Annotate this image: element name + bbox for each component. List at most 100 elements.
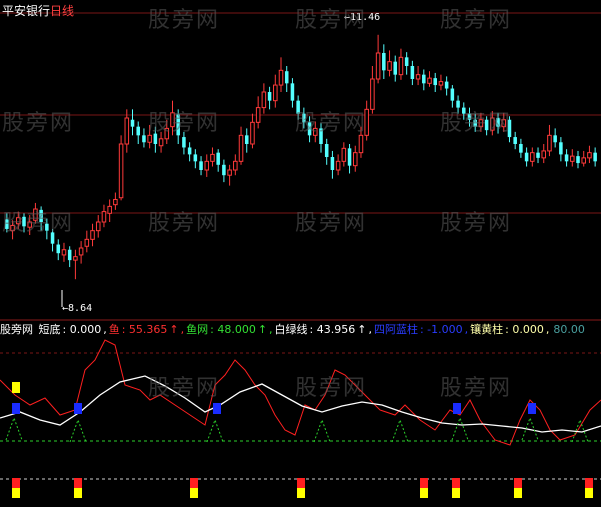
bottom-red-marker [420,478,428,488]
candle-body-up [113,198,118,206]
bottom-red-marker [12,478,20,488]
indicator-item-value: 48.000 [217,323,256,336]
watermark: 股旁网 [440,211,513,236]
candle-body-up [124,117,130,145]
bottom-red-marker [452,478,460,488]
bottom-yellow-marker [452,488,460,498]
candle-body-down [290,83,295,101]
candle-body-up [335,160,341,171]
chart-window[interactable]: 平安银行日线 ←11.46 ←8.64 股旁网 股旁网 股旁网 股旁网 股旁网 … [0,0,601,503]
candle-body-down [130,119,135,127]
candle-body-down [324,144,329,157]
signal-marker [213,403,221,414]
candle-body-down [67,249,72,261]
candle-body-down [182,137,186,148]
fishnet-peak [206,418,224,443]
candle-body-up [210,153,215,162]
candle-body-down [267,92,272,101]
candle-body-up [95,221,101,232]
candle-body-up [261,91,267,109]
candle-body-up [90,230,95,240]
indicator-item-value: 80.00 [553,323,585,336]
candle-body-up [415,74,421,80]
candle-body-up [352,152,358,167]
signal-marker [528,403,536,414]
indicator-item-label: 四阿蓝柱 [373,323,418,336]
bottom-yellow-marker [74,488,82,498]
indicator-item-arrow: ↑ [357,323,367,336]
candle-body-up [238,134,244,162]
chart-canvas[interactable] [0,0,601,503]
indicator-item-value: -1.000 [427,323,463,336]
indicator-item-label: 白绿线 [274,323,308,336]
indicator-item-value: 55.365 [128,323,168,336]
bottom-red-marker [297,478,305,488]
candle-body-down [56,244,61,254]
bottom-red-marker [74,478,82,488]
candle-body-down [519,144,523,153]
candle-body-up [204,160,210,171]
bottom-yellow-marker [514,488,522,498]
candle-body-up [547,134,552,152]
bottom-red-marker [585,478,593,488]
bottom-yellow-marker [420,488,428,498]
period-label: 日线 [50,4,75,18]
indicator-item: 白绿线: 43.956 ↑, [274,323,372,336]
candle-body-down [593,152,597,162]
indicator-legend: 股旁网 短底: 0.000, 鱼: 55.365 ↑, 鱼网: 48.000 ↑, 白绿线… [0,322,589,338]
watermark: 股旁网 [2,211,75,236]
candle-body-down [222,164,226,176]
indicator-item-arrow: ↑ [257,323,268,336]
candle-body-down [382,53,386,71]
chart-title: 平安银行日线 [2,2,74,19]
fishnet-peak [5,416,23,441]
candle-body-down [136,126,140,136]
candle-body-down [142,135,146,143]
candle-body-up [73,256,78,261]
candle-body-down [553,135,557,143]
candle-body-up [375,52,381,80]
candle-body-up [227,169,232,176]
indicator-name: 股旁网 [0,323,33,336]
indicator-item-label: 鱼 [108,323,120,336]
candle-body-up [530,152,535,162]
candle-body-up [118,143,124,199]
stock-name: 平安银行 [2,4,51,18]
watermark: 股旁网 [148,111,221,136]
candle-body-down [559,142,563,155]
indicator-item-label: 短底 [38,323,61,336]
candle-body-down [216,152,220,165]
candle-body-down [410,66,415,79]
candle-body-down [404,57,409,66]
indicator-item-value: 43.956 [316,323,356,336]
indicator-item-label: 镶黄柱 [470,323,504,336]
candle-body-down [199,161,203,170]
indicator-item: 短底: 0.000, [38,323,107,336]
candle-body-down [576,156,580,164]
candle-body-down [347,148,352,166]
candle-body-up [581,157,586,164]
watermark: 股旁网 [295,376,368,401]
signal-marker [12,403,20,414]
candle-body-up [273,84,278,102]
watermark: 股旁网 [440,8,513,33]
candle-body-up [358,134,364,154]
candle-body-up [541,150,547,159]
bottom-yellow-marker [585,488,593,498]
candle-body-up [387,61,392,71]
watermark: 股旁网 [2,111,75,136]
fishnet-peak [69,418,87,443]
indicator-item: 鱼网: 48.000 ↑, [186,323,273,336]
watermark: 股旁网 [295,111,368,136]
candle-body-down [244,135,249,144]
watermark: 股旁网 [148,8,221,33]
fishnet-peak [391,418,409,443]
candle-body-down [513,137,517,144]
watermark: 股旁网 [295,8,368,33]
candle-body-up [570,155,575,162]
indicator-item-label: 鱼网 [186,323,209,336]
candle-body-down [444,81,449,89]
signal-marker [12,382,20,393]
candle-body-up [101,211,107,223]
candle-body-down [450,88,455,101]
